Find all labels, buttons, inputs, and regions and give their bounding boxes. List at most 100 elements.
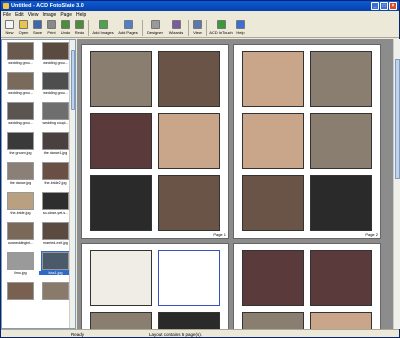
thumbnail-item[interactable]: the-bride2.jpg xyxy=(39,162,72,190)
browser-scrollbar[interactable] xyxy=(69,40,75,328)
thumbnail-image xyxy=(7,162,34,180)
toolbar-label: New xyxy=(5,30,14,35)
browser-scroll-thumb[interactable] xyxy=(71,50,75,110)
save-button[interactable]: Save xyxy=(31,20,44,35)
photo-slot[interactable] xyxy=(158,175,220,231)
photo-slot[interactable] xyxy=(158,113,220,169)
status-layout-info: Layout contains 5 page(s). xyxy=(149,331,203,337)
redo-icon xyxy=(75,20,84,29)
toolbar-separator xyxy=(188,20,189,36)
page-1[interactable]: Page 1 xyxy=(81,44,229,239)
thumbnail-item[interactable]: the-bride.jpg xyxy=(4,192,37,220)
page-2[interactable]: Page 2 xyxy=(233,44,381,239)
photo-slot[interactable] xyxy=(310,250,372,306)
add-images-button[interactable]: Add Images xyxy=(91,20,115,35)
thumbnail-item[interactable]: married-exit.jpg xyxy=(39,222,72,250)
thumbnail-item[interactable]: the dance.jpg xyxy=(4,162,37,190)
thumbnail-item[interactable]: limo.jpg xyxy=(4,252,37,280)
thumbnail-item[interactable]: ourweddingint... xyxy=(4,222,37,250)
menu-bar: File Edit View Image Page Help xyxy=(1,11,399,19)
toolbar-label: Help xyxy=(236,30,245,35)
acd-intouch-button[interactable]: ACD InTouch xyxy=(209,20,233,35)
thumbnail-caption: wedding grou... xyxy=(8,91,33,95)
page-3[interactable] xyxy=(81,243,229,329)
thumbnail-item[interactable]: the dance1.jpg xyxy=(39,132,72,160)
status-ready: Ready xyxy=(71,331,85,337)
printer-icon xyxy=(47,20,56,29)
thumbnail-caption: wedding grou... xyxy=(43,91,68,95)
photo-slot[interactable] xyxy=(90,312,152,329)
acd-intouch-icon xyxy=(216,20,226,29)
menu-item-edit[interactable]: Edit xyxy=(15,12,24,18)
photo-slot[interactable] xyxy=(158,312,220,329)
photo-slot[interactable] xyxy=(242,175,304,231)
toolbar-separator xyxy=(206,20,207,36)
photo-slot[interactable] xyxy=(242,250,304,306)
open-button[interactable]: Open xyxy=(17,20,30,35)
thumbnail-caption: the groom.jpg xyxy=(9,151,32,155)
thumbnail-item[interactable]: the groom.jpg xyxy=(4,132,37,160)
page-label: Page 2 xyxy=(365,232,378,237)
page-4[interactable] xyxy=(233,243,381,329)
toolbar-label: Wizards xyxy=(168,30,184,35)
thumbnail-item[interactable]: wedding grou... xyxy=(4,72,37,100)
thumbnail-caption: wedding coupl... xyxy=(42,121,69,125)
wizards-button[interactable]: Wizards xyxy=(166,20,186,35)
photo-slot[interactable] xyxy=(90,113,152,169)
print-button[interactable]: Print xyxy=(45,20,58,35)
photo-slot[interactable] xyxy=(90,175,152,231)
toolbar: New Open Save Print Undo Redo Add Images Add Pa… xyxy=(1,19,399,38)
thumbnail-image xyxy=(42,282,69,300)
menu-item-view[interactable]: View xyxy=(28,12,39,18)
photo-slot[interactable] xyxy=(90,51,152,107)
image-browser-panel: wedding grou... wedding grou... wedding gr… xyxy=(1,39,76,329)
thumbnail-caption: wedding grou... xyxy=(8,61,33,65)
menu-item-page[interactable]: Page xyxy=(60,12,72,18)
photo-slot[interactable] xyxy=(310,113,372,169)
canvas-scroll-thumb[interactable] xyxy=(395,59,400,179)
thumbnail-caption: kiss1.jpg xyxy=(39,271,72,275)
thumbnail-image xyxy=(7,192,34,210)
photo-slot[interactable] xyxy=(310,51,372,107)
minimize-button[interactable]: _ xyxy=(371,2,379,10)
thumbnail-item[interactable]: wedding grou... xyxy=(4,102,37,130)
thumbnail-image xyxy=(7,42,34,60)
thumbnail-caption: ourweddingint... xyxy=(7,241,34,245)
thumbnail-caption: the-bride.jpg xyxy=(10,211,31,215)
close-button[interactable]: × xyxy=(389,2,397,10)
photo-slot[interactable] xyxy=(242,312,304,329)
thumbnail-item[interactable]: wedding grou... xyxy=(39,72,72,100)
add-pages-button[interactable]: Add Pages xyxy=(116,20,140,35)
photo-slot[interactable] xyxy=(242,51,304,107)
undo-button[interactable]: Undo xyxy=(59,20,72,35)
thumbnail-item[interactable]: so-close-yet-s... xyxy=(39,192,72,220)
thumbnail-item[interactable]: wedding grou... xyxy=(4,42,37,70)
thumbnail-image xyxy=(7,252,34,270)
designer-button[interactable]: Designer xyxy=(145,20,165,35)
view-icon xyxy=(193,20,202,29)
new-button[interactable]: New xyxy=(3,20,16,35)
view-button[interactable]: View xyxy=(191,20,204,35)
thumbnail-image xyxy=(42,102,69,120)
thumbnail-item[interactable]: wedding grou... xyxy=(39,42,72,70)
menu-item-help[interactable]: Help xyxy=(76,12,86,18)
thumbnail-item[interactable]: wedding coupl... xyxy=(39,102,72,130)
thumbnail-item[interactable] xyxy=(4,282,37,310)
menu-item-image[interactable]: Image xyxy=(42,12,56,18)
thumbnail-item[interactable] xyxy=(39,282,72,310)
thumbnail-item[interactable]: kiss1.jpg xyxy=(39,251,72,280)
help-icon xyxy=(236,20,245,29)
canvas-scrollbar[interactable] xyxy=(393,39,400,329)
page-label: Page 1 xyxy=(213,232,226,237)
empty-photo-slot[interactable] xyxy=(158,250,220,306)
photo-slot[interactable] xyxy=(310,312,372,329)
menu-item-file[interactable]: File xyxy=(3,12,11,18)
photo-slot[interactable] xyxy=(90,250,152,306)
photo-slot[interactable] xyxy=(158,51,220,107)
maximize-button[interactable]: □ xyxy=(380,2,388,10)
redo-button[interactable]: Redo xyxy=(73,20,86,35)
thumbnail-caption: the dance.jpg xyxy=(9,181,32,185)
photo-slot[interactable] xyxy=(242,113,304,169)
help-button[interactable]: Help xyxy=(234,20,247,35)
photo-slot[interactable] xyxy=(310,175,372,231)
